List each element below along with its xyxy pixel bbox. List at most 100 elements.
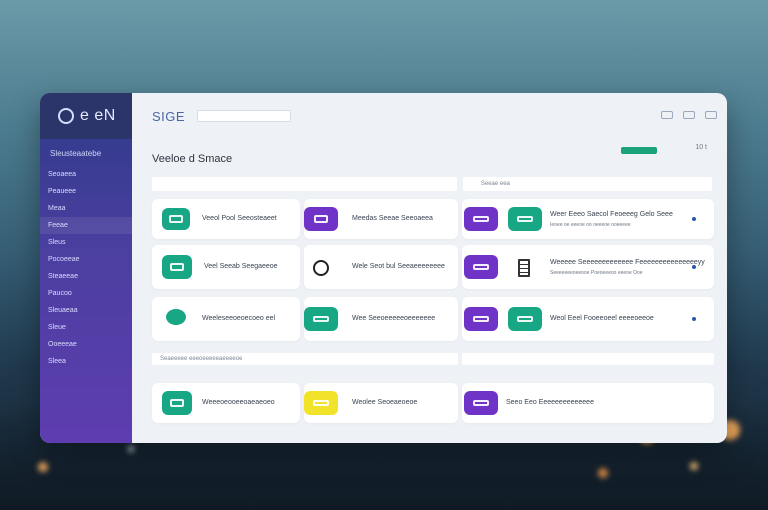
sidebar-item[interactable]: Meaa [40,200,132,217]
sidebar-item-label: Sleea [48,358,66,365]
sidebar-item[interactable]: Ooeeeae [40,336,132,353]
sidebar-item-active[interactable]: Feeae [40,217,132,234]
toolbar-icon[interactable] [705,111,717,119]
sidebar-item-label: Feeae [48,222,68,229]
card-title: Weeleseeoeoecoeo eel [202,315,276,322]
server-glyph [517,216,533,222]
filter-field[interactable] [152,177,457,191]
sidebar-item-label: Paucoo [48,290,72,297]
sidebar-item-label: Ooeeeae [48,341,77,348]
card-subtitle: Ieoee oe eeeoe oo oeeeoe ooeeeee [550,222,631,228]
sidebar-item-label: Sleuaeaa [48,307,78,314]
slope-glyph [473,316,489,322]
filter-label: Seeae eea [480,181,510,187]
sidebar-heading: Sleusteaatebe [50,149,102,158]
progress-pill [621,147,657,154]
main-panel: SIGE Veeloe d Smace 10 t Seeae eea Veeol… [132,93,727,443]
topbar: SIGE [132,93,727,139]
app-window: e eN Sleusteaatebe Seoaeea Peaueee Meaa … [40,93,727,443]
slope-icon [464,307,498,331]
topbar-logo-text: SIGE [152,108,186,124]
sidebar-item[interactable]: Seoaeea [40,166,132,183]
sidebar-item[interactable]: Sleuaeaa [40,302,132,319]
card[interactable]: Weer Eeeo Saecol Feoeeeg Gelo Seee Ieoee… [462,199,714,239]
sidebar: e eN Sleusteaatebe Seoaeea Peaueee Meaa … [40,93,132,443]
slope-icon [508,307,542,331]
circle-outline-icon [310,257,332,279]
sidebar-item[interactable]: Sleea [40,353,132,370]
box-icon [304,207,338,231]
card-title: Weol Eeel Fooeeoeel eeeeoeeoe [550,315,654,322]
sidebar-item[interactable]: Paucoo [40,285,132,302]
slope-icon [464,391,498,415]
card[interactable]: Veeol Pool Seeosteaeet [152,199,300,239]
card[interactable]: Wee Seeoeeeeeoeeeeeee [304,297,458,341]
sidebar-item[interactable]: Sleue [40,319,132,336]
city-light [690,462,698,470]
card[interactable]: Wele Seot bul Seeaeeeeeeee [304,245,458,289]
sidebar-item-label: Meaa [48,205,66,212]
sidebar-item[interactable]: Pocoeeae [40,251,132,268]
slope-icon [304,391,338,415]
building-icon [514,257,534,279]
card[interactable]: Meedas Seeae Seeoaeea [304,199,458,239]
card[interactable]: Veel Seeab Seegaeeoe [152,245,300,289]
sidebar-item-label: Sleue [48,324,66,331]
brand-text: e eN [80,107,116,124]
server-icon [162,255,192,279]
card-title: Veeol Pool Seeosteaeet [202,215,277,222]
toolbar-icon[interactable] [661,111,673,119]
sidebar-nav: Seoaeea Peaueee Meaa Feeae Sleus Pocoeea… [40,166,132,370]
slope-glyph [313,316,329,322]
server-icon [508,207,542,231]
sidebar-item[interactable]: Sleus [40,234,132,251]
server-glyph [170,263,184,271]
sidebar-item[interactable]: Peaueee [40,183,132,200]
card-title: Weeeee Seeeeeeeeeeeee Feeeeeeeeeeeeeeeyy [550,259,705,266]
slope-glyph [473,400,489,406]
page-header: Veeloe d Smace 10 t [132,139,727,165]
card-title: Wele Seot bul Seeaeeeeeeee [352,263,445,270]
card[interactable]: Seeo Eeo Eeeeeeeeeeeeee [462,383,714,423]
building-glyph [518,259,530,277]
toolbar-icon[interactable] [683,111,695,119]
brand[interactable]: e eN [40,93,132,139]
city-light [598,468,608,478]
filter-field-right[interactable]: Seeae eea [462,177,712,191]
sidebar-item-label: Pocoeeae [48,256,80,263]
card[interactable]: Weol Eeel Fooeeoeel eeeeoeeoe [462,297,714,341]
card[interactable]: Weolee Seoeaeoeoe [304,383,458,423]
city-light [38,462,48,472]
card-title: Weeeoeooeeoaeaeoeo [202,399,275,406]
circle-icon [166,309,186,325]
card-subtitle: Seeeeeeeoeeooe Poeoeeeoo eeeoe Ooe [550,270,643,276]
status-dot [692,317,696,321]
sidebar-item-label: Seoaeea [48,171,77,178]
circle-outline-glyph [313,260,329,276]
server-icon [162,208,190,230]
rack-glyph [473,216,489,222]
slope-glyph [517,316,533,322]
server-icon [162,391,192,415]
status-dot [692,265,696,269]
topbar-icons [661,111,717,119]
server-glyph [169,215,183,223]
page-meta: 10 t [695,144,707,151]
sidebar-item-label: Peaueee [48,188,77,195]
server-glyph [170,399,184,407]
card-title: Meedas Seeae Seeoaeea [352,215,433,222]
box-glyph [314,215,328,223]
card-title: Weolee Seoeaeoeoe [352,399,418,406]
card[interactable]: Weeleseeoeoecoeo eel [152,297,300,341]
rack-icon [464,207,498,231]
card-title: Veel Seeab Seegaeeoe [204,263,278,270]
card-title: Seeo Eeo Eeeeeeeeeeeeee [506,399,594,406]
page-title: Veeloe d Smace [152,153,233,165]
info-strip-right [462,353,714,365]
card[interactable]: Weeeoeooeeoaeaeoeo [152,383,300,423]
sidebar-item[interactable]: Steaeeae [40,268,132,285]
strip-text: Seaeeeee eeeoeeeeeaeeeeoe [160,356,243,362]
card[interactable]: Weeeee Seeeeeeeeeeeee Feeeeeeeeeeeeeeeyy… [462,245,714,289]
card-title: Weer Eeeo Saecol Feoeeeg Gelo Seee [550,211,673,218]
search-input[interactable] [197,110,292,122]
